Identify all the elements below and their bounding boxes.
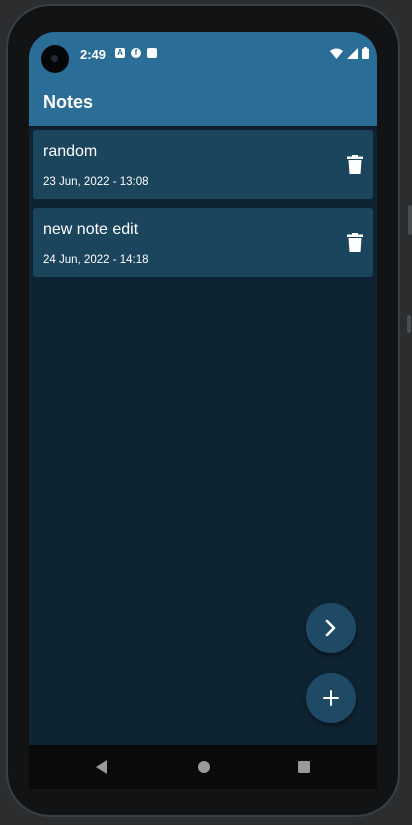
recents-square-icon[interactable]	[297, 759, 311, 775]
system-icons	[330, 47, 369, 59]
volume-button	[408, 205, 412, 235]
note-card[interactable]: new note edit 24 Jun, 2022 - 14:18	[33, 208, 373, 277]
trash-icon[interactable]	[347, 155, 363, 174]
status-time: 2:49	[80, 47, 107, 62]
signal-icon	[347, 47, 358, 59]
note-card[interactable]: random 23 Jun, 2022 - 13:08	[33, 130, 373, 199]
note-title: new note edit	[43, 221, 139, 238]
next-button[interactable]	[306, 603, 356, 653]
home-circle-icon[interactable]	[197, 759, 211, 775]
page-title: Notes	[43, 92, 94, 112]
app-screen: 2:49 A f Notes random 23 Jun, 2022 - 13:…	[29, 32, 377, 745]
sd-card-icon	[147, 48, 157, 58]
front-camera	[41, 45, 69, 73]
plus-icon	[323, 690, 339, 706]
app-bar: Notes	[29, 78, 377, 126]
note-title: random	[43, 143, 98, 160]
battery-icon	[362, 47, 369, 59]
circle-f-icon: f	[131, 48, 141, 58]
notification-icons: A f	[115, 48, 157, 58]
system-nav-bar	[29, 745, 377, 789]
power-button	[407, 315, 411, 333]
add-note-button[interactable]	[306, 673, 356, 723]
device-frame: 2:49 A f Notes random 23 Jun, 2022 - 13:…	[0, 0, 412, 825]
trash-icon[interactable]	[347, 233, 363, 252]
status-bar: 2:49 A f	[29, 32, 377, 78]
chevron-right-icon	[325, 619, 336, 637]
note-date: 23 Jun, 2022 - 13:08	[43, 176, 149, 188]
note-date: 24 Jun, 2022 - 14:18	[43, 254, 149, 266]
wifi-icon	[330, 48, 343, 59]
back-triangle-icon[interactable]	[95, 759, 109, 775]
notes-list: random 23 Jun, 2022 - 13:08 new note edi…	[33, 130, 373, 286]
a-icon: A	[115, 48, 125, 58]
